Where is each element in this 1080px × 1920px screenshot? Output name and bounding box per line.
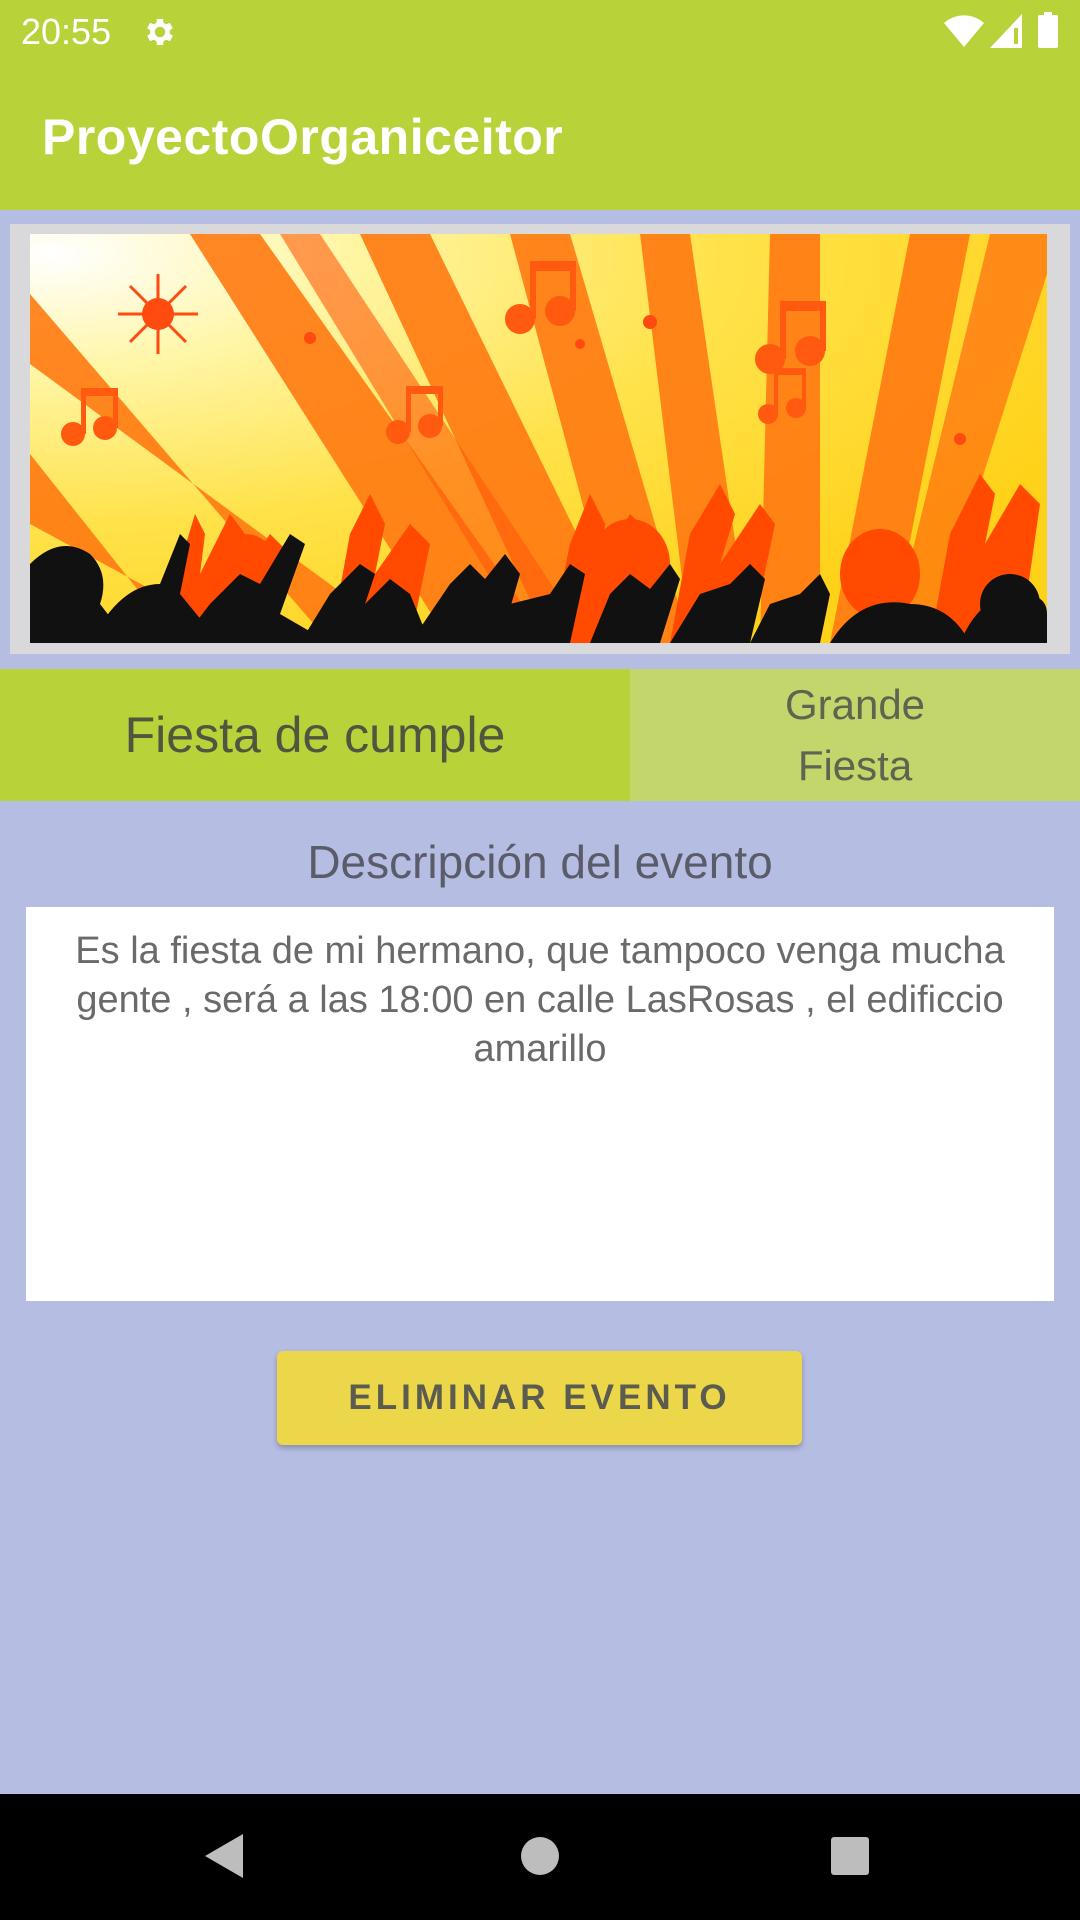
party-banner-image [30, 234, 1047, 643]
navigation-bar [0, 1794, 1080, 1920]
status-time: 20:55 [21, 11, 112, 52]
app-bar: ProyectoOrganiceitor [0, 63, 1080, 210]
wifi-icon [944, 15, 984, 47]
delete-event-button[interactable]: ELIMINAR EVENTO [277, 1351, 802, 1445]
battery-icon [1038, 12, 1058, 48]
event-type: Grande Fiesta [784, 681, 926, 789]
description-box: Es la fiesta de mi hermano, que tampoco … [26, 907, 1054, 1301]
event-title: Fiesta de cumple [124, 707, 506, 763]
gear-icon [147, 18, 173, 46]
description-text: Es la fiesta de mi hermano, que tampoco … [75, 930, 1005, 1070]
home-icon[interactable] [518, 1834, 562, 1878]
app-title: ProyectoOrganiceitor [42, 109, 564, 165]
description-heading: Descripción del evento [307, 836, 773, 888]
banner-frame [10, 224, 1070, 654]
signal-icon [990, 14, 1022, 48]
event-title-cell: Fiesta de cumple [0, 669, 630, 801]
back-icon[interactable] [203, 1832, 247, 1880]
status-bar: 20:55 [0, 0, 1080, 63]
recents-icon[interactable] [829, 1835, 871, 1877]
event-type-cell: Grande Fiesta [630, 669, 1080, 801]
